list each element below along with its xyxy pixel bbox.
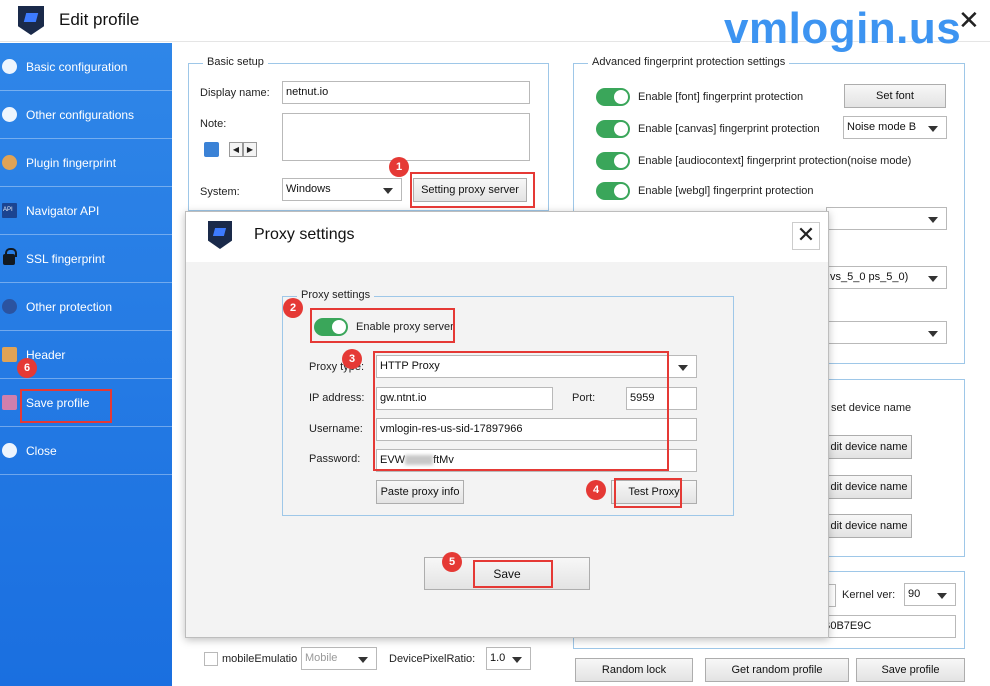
shader-select[interactable]: vs_5_0 ps_5_0) <box>826 266 947 289</box>
display-name-label: Display name: <box>200 87 270 99</box>
password-suffix: ftMv <box>433 454 454 466</box>
note-label: Note: <box>200 118 227 130</box>
enable-proxy-label: Enable proxy server <box>356 321 454 333</box>
save-profile-button[interactable]: Save profile <box>856 658 965 682</box>
mobile-emulation-checkbox[interactable] <box>204 652 218 666</box>
shield-icon <box>2 299 17 314</box>
font-protection-toggle[interactable] <box>596 88 630 106</box>
setting-proxy-server-button[interactable]: Setting proxy server <box>413 178 527 202</box>
watermark: vmlogin.us <box>724 4 962 53</box>
plugin-icon <box>2 155 17 170</box>
ip-address-input[interactable]: gw.ntnt.io <box>376 387 553 410</box>
system-label: System: <box>200 186 240 198</box>
close-window-icon[interactable]: ✕ <box>958 5 980 36</box>
edit-device-name-button-2[interactable]: dit device name <box>826 475 912 499</box>
dialog-title: Proxy settings <box>254 226 355 243</box>
sidebar-item-label: Navigator API <box>26 203 100 218</box>
proxy-settings-dialog: Proxy settings ✕ Proxy settings 2 Enable… <box>185 211 829 638</box>
sidebar-item-save-profile[interactable]: Save profile <box>0 379 172 427</box>
dpr-label: DevicePixelRatio: <box>389 653 476 665</box>
password-prefix: EVW <box>380 454 406 466</box>
password-blur <box>405 455 434 466</box>
prev-arrow-icon[interactable]: ◀ <box>229 142 243 157</box>
globe-icon <box>2 107 17 122</box>
set-device-name-label: set device name <box>831 402 912 414</box>
username-label: Username: <box>309 423 363 435</box>
username-input[interactable]: vmlogin-res-us-sid-17897966 <box>376 418 697 441</box>
webgl-extra-select[interactable] <box>826 321 947 344</box>
sidebar-item-label: Plugin fingerprint <box>26 155 117 170</box>
step-marker-6: 6 <box>17 358 37 378</box>
window-title: Edit profile <box>59 10 140 29</box>
dialog-header: Proxy settings ✕ <box>186 212 828 262</box>
step-marker-2: 2 <box>283 298 303 318</box>
kernel-hash-input[interactable]: B0B7E9C <box>819 615 956 638</box>
header-icon <box>2 347 17 362</box>
password-label: Password: <box>309 453 361 465</box>
sidebar-item-label: Basic configuration <box>26 59 128 74</box>
edit-device-name-button-1[interactable]: dit device name <box>826 435 912 459</box>
dialog-logo-icon <box>208 221 232 249</box>
set-font-button[interactable]: Set font <box>844 84 946 108</box>
dpr-select[interactable]: 1.0 <box>486 647 531 670</box>
compass-icon <box>2 59 17 74</box>
dialog-close-icon[interactable]: ✕ <box>792 222 820 250</box>
display-name-input[interactable]: netnut.io <box>282 81 530 104</box>
webgl-protection-toggle[interactable] <box>596 182 630 200</box>
mobile-emulation-label: mobileEmulatio <box>222 653 298 665</box>
sidebar-item-plugin-fingerprint[interactable]: Plugin fingerprint <box>0 139 172 187</box>
step-marker-5: 5 <box>442 552 462 572</box>
sidebar-item-label: Save profile <box>26 395 90 410</box>
home-icon[interactable] <box>204 142 219 157</box>
sidebar-item-label: SSL fingerprint <box>26 251 105 266</box>
kernel-ver-select[interactable]: 90 <box>904 583 956 606</box>
note-textarea[interactable] <box>282 113 530 161</box>
port-label: Port: <box>572 392 596 404</box>
lock-icon <box>3 248 17 265</box>
app-logo-icon <box>18 6 44 35</box>
save-icon <box>2 395 17 410</box>
kernel-ver-label: Kernel ver: <box>842 589 896 601</box>
get-random-profile-button[interactable]: Get random profile <box>705 658 849 682</box>
proxy-settings-legend: Proxy settings <box>297 289 375 301</box>
system-select[interactable]: Windows <box>282 178 402 201</box>
port-input[interactable]: 5959 <box>626 387 697 410</box>
audio-protection-label: Enable [audiocontext] fingerprint protec… <box>638 155 912 167</box>
sidebar-item-close[interactable]: Close <box>0 427 172 475</box>
canvas-protection-toggle[interactable] <box>596 120 630 138</box>
webgl-vendor-select[interactable] <box>826 207 947 230</box>
password-input[interactable]: EVW ftMv <box>376 449 697 472</box>
sidebar-item-basic-configuration[interactable]: Basic configuration <box>0 43 172 91</box>
canvas-protection-label: Enable [canvas] fingerprint protection <box>638 123 820 135</box>
next-arrow-icon[interactable]: ▶ <box>243 142 257 157</box>
test-proxy-button[interactable]: Test Proxy <box>611 480 697 504</box>
canvas-mode-select[interactable]: Noise mode B <box>843 116 947 139</box>
ip-address-label: IP address: <box>309 392 365 404</box>
sidebar-item-navigator-api[interactable]: Navigator API <box>0 187 172 235</box>
mobile-select[interactable]: Mobile <box>301 647 377 670</box>
paste-proxy-info-button[interactable]: Paste proxy info <box>376 480 464 504</box>
title-bar: Edit profile vmlogin.us ✕ <box>0 0 990 53</box>
step-marker-1: 1 <box>389 157 409 177</box>
proxy-type-select[interactable]: HTTP Proxy <box>376 355 697 378</box>
api-icon <box>2 203 17 218</box>
sidebar-item-label: Other configurations <box>26 107 135 122</box>
sidebar-item-other-configurations[interactable]: Other configurations <box>0 91 172 139</box>
sidebar-item-label: Other protection <box>26 299 113 314</box>
sidebar-item-other-protection[interactable]: Other protection <box>0 283 172 331</box>
sidebar-item-ssl-fingerprint[interactable]: SSL fingerprint <box>0 235 172 283</box>
edit-device-name-button-3[interactable]: dit device name <box>826 514 912 538</box>
advanced-legend: Advanced fingerprint protection settings <box>588 56 790 68</box>
webgl-protection-label: Enable [webgl] fingerprint protection <box>638 185 814 197</box>
random-lock-button[interactable]: Random lock <box>575 658 693 682</box>
sidebar-item-label: Close <box>26 443 57 458</box>
enable-proxy-toggle[interactable] <box>314 318 348 336</box>
close-circle-icon <box>2 443 17 458</box>
basic-setup-legend: Basic setup <box>203 56 268 68</box>
step-marker-3: 3 <box>342 349 362 369</box>
font-protection-label: Enable [font] fingerprint protection <box>638 91 804 103</box>
step-marker-4: 4 <box>586 480 606 500</box>
audio-protection-toggle[interactable] <box>596 152 630 170</box>
